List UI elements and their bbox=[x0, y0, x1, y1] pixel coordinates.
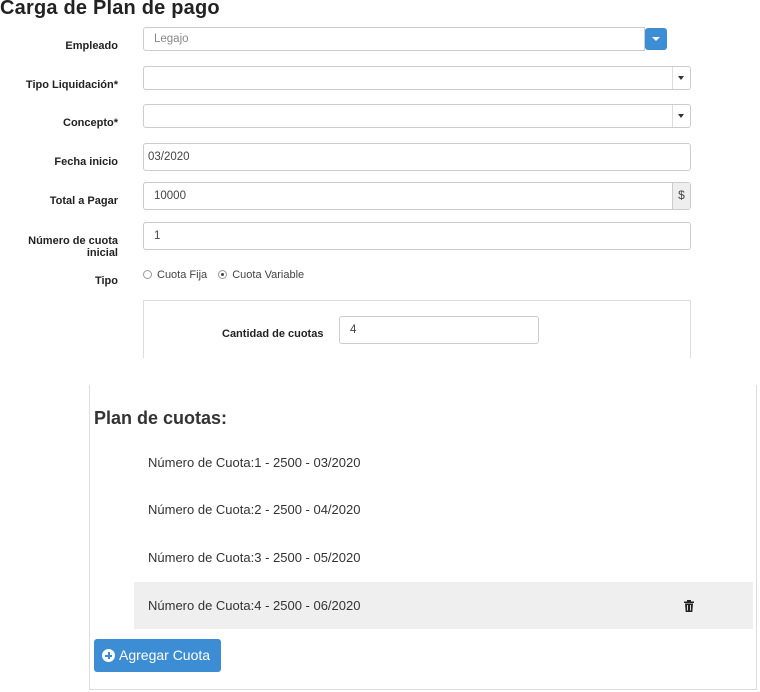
plan-title: Plan de cuotas: bbox=[94, 408, 228, 428]
caret-down-icon bbox=[652, 37, 660, 41]
plus-circle-icon bbox=[102, 649, 115, 662]
radio-label-cuota-variable: Cuota Variable bbox=[232, 269, 305, 281]
tipo-liquidacion-select[interactable] bbox=[143, 66, 691, 90]
cuota-text: Número de Cuota:3 - 2500 - 05/2020 bbox=[148, 550, 361, 565]
fecha-inicio-label: Fecha inicio bbox=[54, 156, 118, 168]
empleado-input[interactable]: Legajo bbox=[143, 27, 645, 51]
total-a-pagar-value: 10000 bbox=[154, 190, 186, 202]
cantidad-cuotas-input[interactable]: 4 bbox=[339, 316, 539, 344]
cuota-row[interactable]: Número de Cuota:4 - 2500 - 06/2020 bbox=[134, 582, 753, 629]
concepto-label: Concepto* bbox=[63, 117, 118, 129]
tipo-liquidacion-arrow[interactable] bbox=[672, 67, 690, 89]
agregar-cuota-button[interactable]: Agregar Cuota bbox=[94, 639, 221, 672]
concepto-arrow[interactable] bbox=[672, 105, 690, 127]
caret-down-icon bbox=[678, 114, 684, 118]
cuota-row[interactable]: Número de Cuota:3 - 2500 - 05/2020 bbox=[134, 534, 753, 581]
cuota-row[interactable]: Número de Cuota:2 - 2500 - 04/2020 bbox=[134, 486, 753, 533]
fecha-inicio-value: 03/2020 bbox=[148, 151, 190, 163]
empleado-dropdown-button[interactable] bbox=[645, 28, 667, 50]
radio-circle-checked[interactable] bbox=[218, 270, 228, 279]
cantidad-cuotas-label: Cantidad de cuotas bbox=[222, 328, 324, 340]
numero-cuota-inicial-label: Número de cuota inicial bbox=[28, 235, 118, 259]
empleado-placeholder: Legajo bbox=[154, 33, 189, 45]
total-a-pagar-label: Total a Pagar bbox=[49, 195, 118, 207]
trash-icon[interactable] bbox=[684, 600, 694, 612]
tipo-liquidacion-label: Tipo Liquidación* bbox=[25, 79, 118, 91]
tipo-radio-group: Cuota Fija Cuota Variable bbox=[143, 269, 312, 281]
radio-label-cuota-fija: Cuota Fija bbox=[157, 269, 208, 281]
radio-circle[interactable] bbox=[143, 270, 152, 279]
currency-addon: $ bbox=[672, 183, 690, 209]
cuota-row[interactable]: Número de Cuota:1 - 2500 - 03/2020 bbox=[134, 439, 753, 486]
numero-cuota-inicial-input[interactable]: 1 bbox=[143, 222, 691, 250]
agregar-cuota-label: Agregar Cuota bbox=[119, 647, 211, 663]
page-title: Carga de Plan de pago bbox=[0, 0, 220, 19]
cuota-text: Número de Cuota:2 - 2500 - 04/2020 bbox=[148, 502, 361, 517]
empleado-label: Empleado bbox=[65, 40, 118, 52]
caret-down-icon bbox=[678, 76, 684, 80]
cuota-text: Número de Cuota:1 - 2500 - 03/2020 bbox=[148, 455, 361, 470]
cantidad-cuotas-value: 4 bbox=[350, 324, 357, 336]
fecha-inicio-input[interactable]: 03/2020 bbox=[143, 143, 691, 171]
total-a-pagar-input[interactable]: 10000 $ bbox=[143, 182, 691, 210]
cuota-text: Número de Cuota:4 - 2500 - 06/2020 bbox=[148, 598, 361, 613]
radio-cuota-variable[interactable]: Cuota Variable bbox=[218, 269, 304, 281]
radio-cuota-fija[interactable]: Cuota Fija bbox=[143, 269, 210, 281]
concepto-select[interactable] bbox=[143, 104, 691, 128]
tipo-label: Tipo bbox=[94, 275, 118, 287]
numero-cuota-inicial-value: 1 bbox=[154, 230, 161, 242]
